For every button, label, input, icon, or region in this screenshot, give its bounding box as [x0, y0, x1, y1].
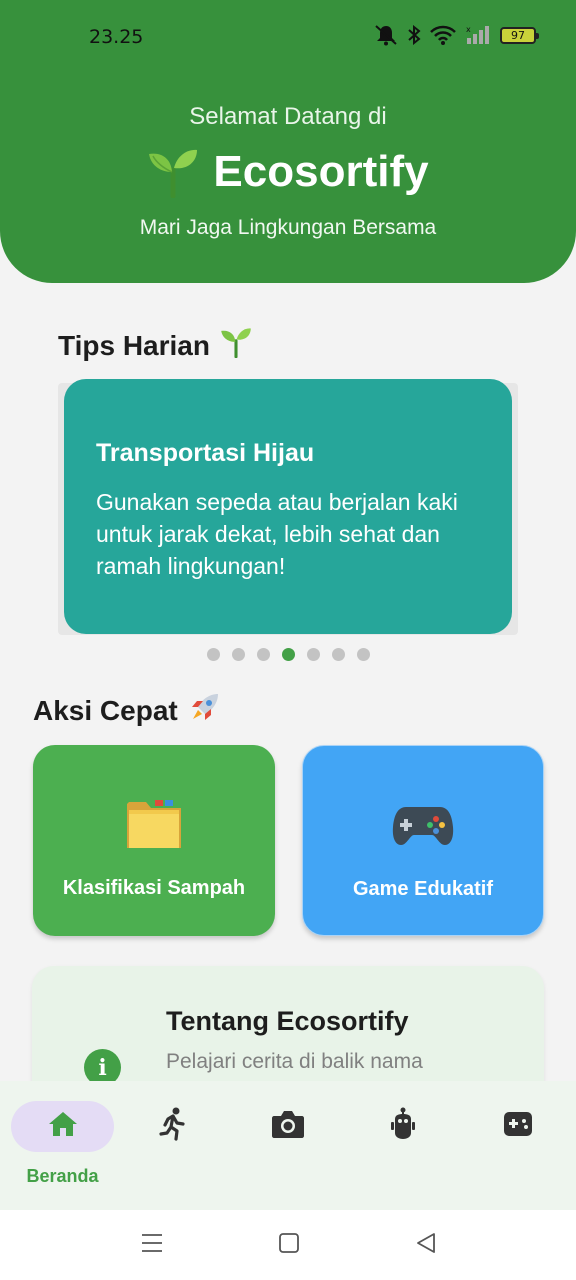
nav-item-assistant[interactable]: [345, 1081, 460, 1210]
nav-pill: [121, 1101, 224, 1152]
educational-game-label: Game Edukatif: [352, 878, 494, 900]
waste-classification-label: Klasifikasi Sampah: [62, 877, 246, 899]
svg-text:x: x: [466, 25, 471, 34]
nav-pill: [351, 1101, 454, 1152]
tips-card-title: Transportasi Hijau: [96, 439, 315, 467]
battery-indicator: 97: [500, 26, 539, 44]
folder-icon: [125, 793, 183, 855]
quick-actions-title: Aksi Cepat: [33, 690, 222, 731]
wifi-icon: [430, 25, 456, 45]
tips-card[interactable]: Transportasi Hijau Gunakan sepeda atau b…: [64, 379, 512, 634]
gamepad-icon: [392, 794, 454, 856]
nav-item-home[interactable]: Beranda: [5, 1081, 120, 1210]
carousel-dot[interactable]: [256, 648, 270, 661]
status-bar: 23.25 x 97: [0, 0, 576, 74]
educational-game-button[interactable]: Game Edukatif: [302, 745, 544, 936]
nav-label-home: Beranda: [26, 1166, 99, 1186]
back-button[interactable]: [416, 1232, 436, 1259]
seedling-icon: [220, 326, 252, 365]
camera-icon: [271, 1109, 305, 1144]
carousel-dot-active[interactable]: [281, 648, 295, 661]
recent-apps-button[interactable]: [141, 1232, 163, 1259]
nav-item-games[interactable]: [460, 1081, 575, 1210]
app-title: Ecosortify: [213, 147, 429, 196]
app-title-row: Ecosortify: [0, 146, 576, 199]
status-time: 23.25: [89, 26, 144, 48]
home-icon: [47, 1110, 79, 1143]
tips-card-body: Gunakan sepeda atau berjalan kaki untuk …: [96, 489, 458, 579]
nav-item-camera[interactable]: [230, 1081, 345, 1210]
waste-classification-button[interactable]: Klasifikasi Sampah: [33, 745, 275, 936]
running-icon: [158, 1107, 187, 1146]
carousel-dot[interactable]: [206, 648, 220, 661]
about-subtitle: Pelajari cerita di balik nama: [166, 1050, 423, 1073]
carousel-indicator: [0, 648, 576, 661]
bottom-navigation: Beranda: [0, 1081, 576, 1210]
header-subtitle: Mari Jaga Lingkungan Bersama: [139, 216, 437, 239]
home-button[interactable]: [279, 1232, 299, 1259]
about-title: Tentang Ecosortify: [166, 1006, 409, 1036]
carousel-dot[interactable]: [356, 648, 370, 661]
tips-section-title: Tips Harian: [58, 326, 252, 365]
system-navigation-bar: [0, 1210, 576, 1280]
carousel-dot[interactable]: [331, 648, 345, 661]
rocket-icon: [188, 690, 222, 731]
nav-pill: [466, 1101, 569, 1152]
status-icons: x 97: [374, 24, 539, 46]
tips-title-text: Tips Harian: [58, 329, 210, 361]
mute-bell-icon: [374, 24, 398, 46]
carousel-dot[interactable]: [231, 648, 245, 661]
game-controller-icon: [503, 1111, 533, 1142]
nav-pill: [236, 1101, 339, 1152]
quick-actions-title-text: Aksi Cepat: [33, 694, 178, 726]
carousel-dot[interactable]: [306, 648, 320, 661]
welcome-text: Selamat Datang di: [189, 103, 387, 130]
bluetooth-icon: [407, 25, 421, 45]
nav-item-activity[interactable]: [115, 1081, 230, 1210]
nav-active-indicator: [11, 1101, 114, 1152]
seedling-icon: [147, 146, 199, 199]
signal-icon: x: [465, 25, 491, 45]
robot-icon: [390, 1107, 416, 1146]
